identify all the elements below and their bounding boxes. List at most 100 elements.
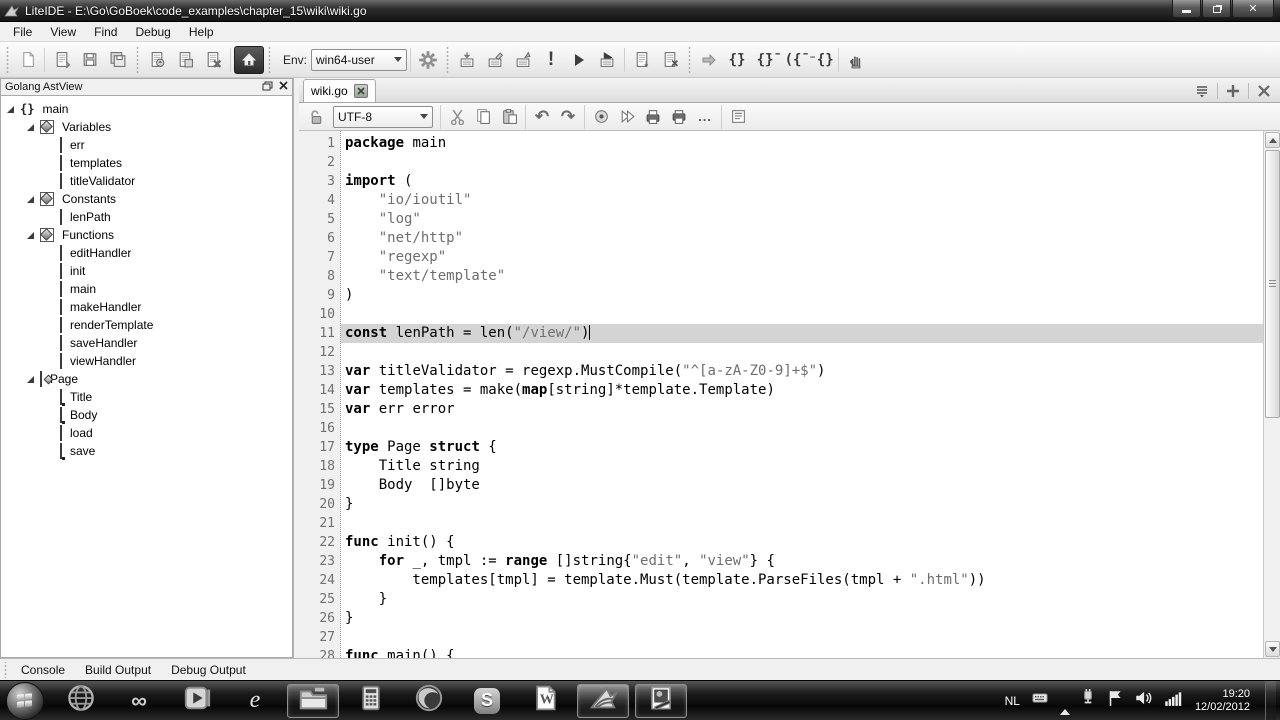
minimize-button[interactable]: [1172, 0, 1201, 18]
close-panel-icon[interactable]: [279, 81, 288, 93]
taskbar-item-infinity-app[interactable]: ∞: [113, 684, 165, 718]
menu-help[interactable]: Help: [180, 23, 223, 41]
menu-view[interactable]: View: [41, 23, 85, 41]
power-icon[interactable]: [1079, 689, 1097, 712]
expander-icon[interactable]: [27, 196, 34, 203]
target-edit-button[interactable]: [481, 46, 509, 74]
output-tab-console[interactable]: Console: [11, 661, 75, 679]
target-export-button[interactable]: [509, 46, 537, 74]
tree-item-editHandler[interactable]: editHandler: [1, 244, 292, 262]
menu-debug[interactable]: Debug: [126, 23, 179, 41]
fold-top-button[interactable]: {̄}̄: [751, 46, 779, 74]
tree-item-Title[interactable]: Title: [1, 388, 292, 406]
vertical-scrollbar[interactable]: [1263, 131, 1280, 658]
expander-icon[interactable]: [27, 376, 34, 383]
step-over-button[interactable]: [695, 46, 723, 74]
lock-open-button[interactable]: [303, 105, 329, 129]
taskbar-item-skype[interactable]: S: [461, 684, 513, 718]
tree-item-titleValidator[interactable]: titleValidator: [1, 172, 292, 190]
fold-open-button[interactable]: {̄}: [723, 46, 751, 74]
clock[interactable]: 19:20 12/02/2012: [1195, 688, 1250, 714]
tree-item-lenPath[interactable]: lenPath: [1, 208, 292, 226]
menu-file[interactable]: File: [4, 23, 41, 41]
taskbar-item-firefox[interactable]: [403, 684, 455, 718]
new-file-button[interactable]: [13, 46, 41, 74]
output-tab-build-output[interactable]: Build Output: [75, 661, 161, 679]
split-add-button[interactable]: [1221, 81, 1245, 101]
window-list-button[interactable]: [1190, 81, 1214, 101]
tree-item-err[interactable]: err: [1, 136, 292, 154]
tree-item-Variables[interactable]: Variables: [1, 118, 292, 136]
float-window-icon[interactable]: [262, 81, 273, 94]
tree-item-viewHandler[interactable]: viewHandler: [1, 352, 292, 370]
tree-item-init[interactable]: init: [1, 262, 292, 280]
action-center-icon[interactable]: [1106, 689, 1124, 712]
code-editor-surface[interactable]: package mainimport ( "io/ioutil" "log" "…: [341, 131, 1263, 658]
outline-button[interactable]: [725, 105, 751, 129]
tree-item-saveHandler[interactable]: saveHandler: [1, 334, 292, 352]
scrollbar-thumb[interactable]: [1265, 150, 1280, 418]
build-button[interactable]: !: [537, 46, 565, 74]
tree-item-makeHandler[interactable]: makeHandler: [1, 298, 292, 316]
taskbar-item-media-player[interactable]: [171, 684, 223, 718]
tree-item-load[interactable]: load: [1, 424, 292, 442]
save-all-button[interactable]: [104, 46, 132, 74]
paste-button[interactable]: [496, 105, 522, 129]
file-insert-button[interactable]: [628, 46, 656, 74]
save-file-button[interactable]: [76, 46, 104, 74]
expander-icon[interactable]: [27, 124, 34, 131]
cut-button[interactable]: [444, 105, 470, 129]
taskbar-item-internet-explorer[interactable]: e: [229, 684, 281, 718]
target-download-button[interactable]: [453, 46, 481, 74]
taskbar-item-windows-explorer[interactable]: [287, 684, 339, 718]
print-preview-button[interactable]: [666, 105, 692, 129]
restore-button[interactable]: [1202, 0, 1231, 18]
run-file-button[interactable]: [593, 46, 621, 74]
start-button[interactable]: [6, 682, 44, 720]
record-button[interactable]: [588, 105, 614, 129]
taskbar-item-network-globe[interactable]: [55, 684, 107, 718]
hidden-icons-icon[interactable]: [1060, 692, 1070, 710]
tree-item-Constants[interactable]: Constants: [1, 190, 292, 208]
show-desktop-button[interactable]: [1265, 681, 1276, 720]
tree-item-renderTemplate[interactable]: renderTemplate: [1, 316, 292, 334]
scroll-down-button[interactable]: [1265, 641, 1280, 657]
reload-file-button[interactable]: [143, 46, 171, 74]
env-select[interactable]: win64-user: [311, 49, 407, 71]
taskbar-item-liteide[interactable]: [577, 684, 629, 718]
tree-item-main[interactable]: {}main: [1, 100, 292, 118]
home-button[interactable]: [234, 46, 264, 74]
export-run-button[interactable]: [614, 105, 640, 129]
tab-close-icon[interactable]: [354, 84, 368, 98]
tree-item-main[interactable]: main: [1, 280, 292, 298]
tree-item-save[interactable]: save: [1, 442, 292, 460]
encoding-select[interactable]: UTF-8: [333, 106, 433, 128]
run-button[interactable]: [565, 46, 593, 74]
tab-wiki-go[interactable]: wiki.go: [303, 79, 376, 102]
close-all-files-button[interactable]: [199, 46, 227, 74]
network-signal-icon[interactable]: [1162, 689, 1182, 712]
file-remove-button[interactable]: [656, 46, 684, 74]
tree-item-Functions[interactable]: Functions: [1, 226, 292, 244]
close-file-button[interactable]: [171, 46, 199, 74]
unfold-button[interactable]: ⁻{}: [807, 46, 835, 74]
print-button[interactable]: [640, 105, 666, 129]
redo-button[interactable]: ↷: [555, 105, 581, 129]
taskbar-item-calculator[interactable]: [345, 684, 397, 718]
expander-icon[interactable]: [27, 232, 34, 239]
volume-icon[interactable]: [1133, 689, 1153, 712]
tree-item-Page[interactable]: Page: [1, 370, 292, 388]
taskbar-item-word[interactable]: W: [519, 684, 571, 718]
close-button[interactable]: [1252, 81, 1276, 101]
fold-wrap-button[interactable]: ({̄: [779, 46, 807, 74]
expander-icon[interactable]: [7, 106, 14, 113]
more-button[interactable]: ...: [692, 105, 718, 129]
taskbar-item-photo-viewer[interactable]: [635, 684, 687, 718]
pan-hand-button[interactable]: [842, 46, 870, 74]
output-tab-debug-output[interactable]: Debug Output: [161, 661, 256, 679]
scroll-up-button[interactable]: [1265, 132, 1280, 148]
open-file-button[interactable]: [48, 46, 76, 74]
keyboard-icon[interactable]: [1029, 690, 1051, 711]
close-button[interactable]: ✕: [1232, 0, 1274, 18]
tree-item-Body[interactable]: Body: [1, 406, 292, 424]
